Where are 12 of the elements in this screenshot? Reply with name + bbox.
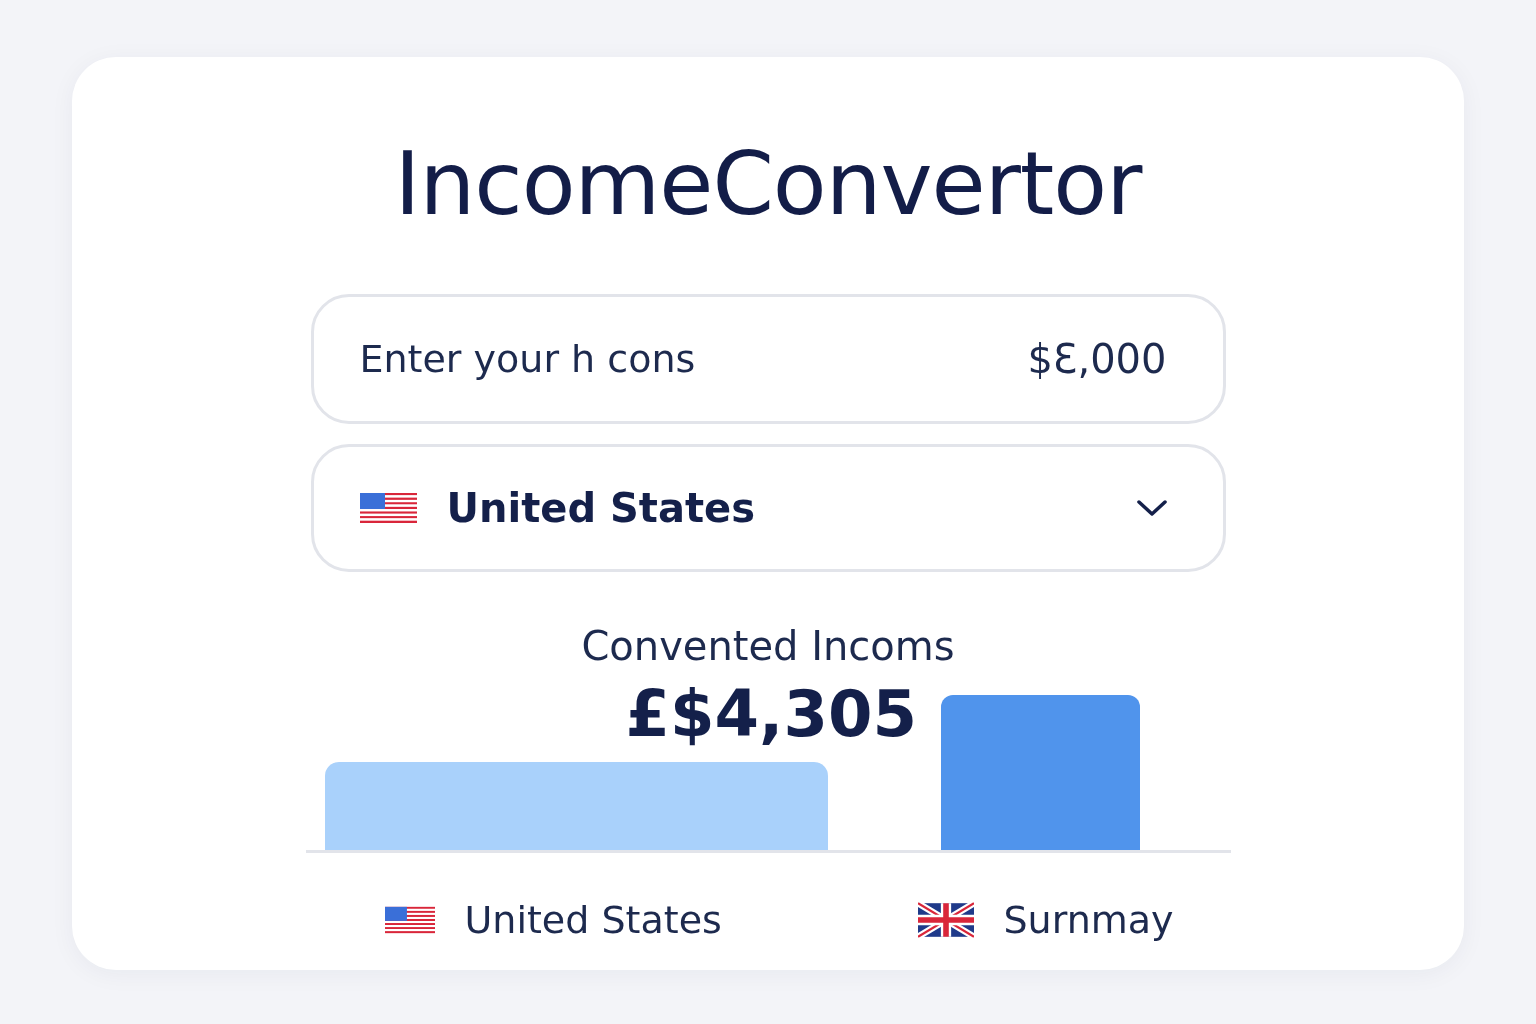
income-input-field[interactable]: Enter your h cons $Ɛ,000 xyxy=(310,294,1226,424)
converted-amount: £$4,305 xyxy=(625,676,917,753)
input-label: Enter your h cons xyxy=(359,337,696,381)
legend-label: United States xyxy=(464,898,722,942)
uk-flag-icon xyxy=(917,901,974,939)
country-dropdown[interactable]: United States xyxy=(310,444,1226,572)
chevron-down-icon xyxy=(1136,499,1167,517)
result-heading: Convented Incoms xyxy=(581,626,955,666)
input-value: $Ɛ,000 xyxy=(1027,336,1167,382)
legend-label: Surnmay xyxy=(1003,898,1174,942)
dropdown-value: United States xyxy=(446,485,756,531)
app-title: IncomeConvertor xyxy=(394,140,1142,228)
